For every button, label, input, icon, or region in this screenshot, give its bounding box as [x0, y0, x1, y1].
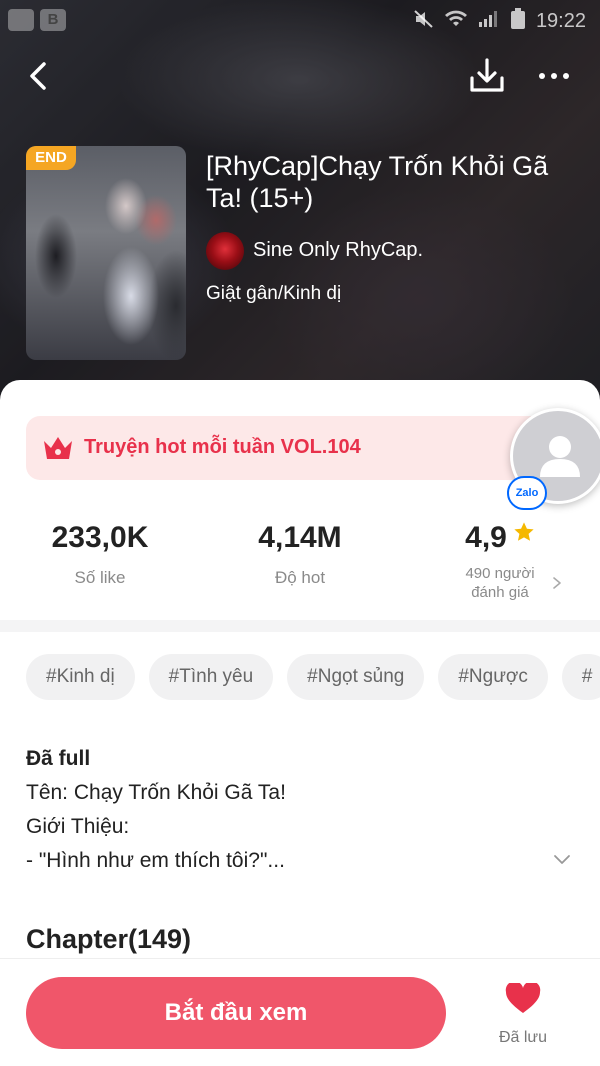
- more-dots-icon: [539, 73, 545, 79]
- tag-chip[interactable]: #: [561, 654, 600, 700]
- wifi-icon: [444, 10, 468, 33]
- chapter-count-title[interactable]: Chapter(149): [26, 924, 191, 955]
- status-bar: B 19:22: [0, 0, 600, 40]
- comic-cover[interactable]: END: [26, 146, 186, 360]
- likes-value: 233,0K: [51, 521, 149, 554]
- chevron-right-icon[interactable]: [551, 576, 563, 590]
- hot-weekly-banner[interactable]: Truyện hot mỗi tuần VOL.104: [26, 416, 574, 480]
- tag-chip[interactable]: #Ngọt sủng: [287, 654, 425, 700]
- signal-icon: [478, 10, 500, 33]
- end-badge: END: [26, 146, 76, 170]
- likes-stat: 233,0K Số like: [0, 520, 200, 588]
- crown-icon: [44, 437, 72, 459]
- description-line: - "Hình như em thích tôi?"...: [26, 849, 285, 872]
- bottom-bar: Bắt đầu xem Đã lưu: [0, 958, 600, 1066]
- hot-banner-text: Truyện hot mỗi tuần VOL.104: [84, 436, 361, 458]
- hot-label: Độ hot: [274, 568, 326, 587]
- hot-stat: 4,14M Độ hot: [200, 520, 400, 588]
- author-avatar[interactable]: [206, 232, 244, 270]
- clock: 19:22: [535, 10, 586, 32]
- comic-title: [RhyCap]Chạy Trốn Khỏi Gã Ta! (15+): [206, 151, 549, 213]
- battery-icon: [510, 8, 526, 35]
- download-button[interactable]: [468, 56, 506, 96]
- start-reading-button[interactable]: Bắt đầu xem: [26, 977, 446, 1049]
- stats-row: 233,0K Số like 4,14M Độ hot 4,9 490 ngườ…: [0, 520, 600, 620]
- top-nav: [0, 50, 600, 104]
- more-button[interactable]: [532, 58, 576, 94]
- hot-value: 4,14M: [258, 521, 342, 554]
- rating-stat[interactable]: 4,9 490 người đánh giá: [400, 520, 600, 602]
- download-icon: [470, 58, 504, 92]
- back-arrow-icon: [30, 62, 46, 90]
- expand-chevron-icon[interactable]: [552, 852, 572, 866]
- star-icon: [514, 522, 534, 541]
- tag-chip[interactable]: #Ngược: [438, 654, 548, 700]
- description-line: Giới Thiệu:: [26, 815, 130, 838]
- tag-chip[interactable]: #Kinh dị: [26, 654, 135, 700]
- likes-label: Số like: [74, 568, 126, 587]
- more-dot: [551, 73, 557, 79]
- rating-value: 4,9: [465, 521, 507, 554]
- save-button[interactable]: Đã lưu: [488, 983, 558, 1047]
- completion-status: Đã full: [26, 747, 91, 770]
- back-button[interactable]: [22, 58, 58, 94]
- comic-genre: Giật gân/Kinh dị: [206, 283, 342, 304]
- tag-list: #Kinh dị #Tình yêu #Ngọt sủng #Ngược #: [26, 654, 600, 702]
- section-divider: [0, 620, 600, 632]
- rating-label: đánh giá: [471, 584, 529, 601]
- rating-count-label: 490 người: [465, 565, 535, 582]
- zalo-badge[interactable]: Zalo: [507, 476, 547, 510]
- notification-icon: [8, 9, 34, 31]
- author-name[interactable]: Sine Only RhyCap.: [253, 239, 423, 262]
- app-badge: B: [40, 9, 66, 31]
- description-line: Tên: Chạy Trốn Khỏi Gã Ta!: [26, 781, 286, 804]
- more-dot: [563, 73, 569, 79]
- saved-label: Đã lưu: [498, 1029, 548, 1046]
- heart-icon: [505, 983, 541, 1013]
- description[interactable]: Đã full Tên: Chạy Trốn Khỏi Gã Ta! Giới …: [26, 742, 526, 878]
- mute-icon: [414, 10, 434, 33]
- tag-chip[interactable]: #Tình yêu: [148, 654, 274, 700]
